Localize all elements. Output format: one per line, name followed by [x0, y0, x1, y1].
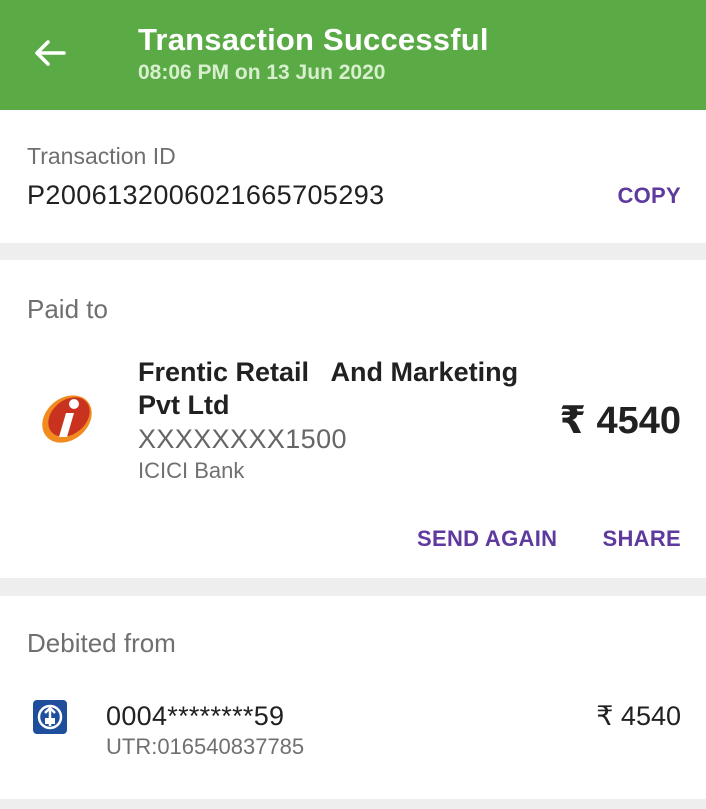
bank-logo-icon	[33, 700, 67, 734]
send-again-button[interactable]: SEND AGAIN	[417, 526, 557, 552]
paid-to-card: Paid to Frentic Retail And Marketing Pvt…	[0, 260, 706, 578]
debited-from-card: Debited from 0004********59 UTR:01654083…	[0, 596, 706, 799]
merchant-name: Frentic Retail And Marketing Pvt Ltd	[138, 357, 526, 420]
debited-from-label: Debited from	[27, 628, 176, 658]
copy-button[interactable]: COPY	[617, 183, 681, 209]
merchant-bank: ICICI Bank	[138, 458, 245, 483]
app-header: Transaction Successful 08:06 PM on 13 Ju…	[0, 0, 706, 110]
icici-bank-logo-icon	[36, 387, 98, 451]
transaction-id-label: Transaction ID	[27, 143, 176, 169]
debited-amount: ₹ 4540	[596, 701, 681, 731]
paid-amount: ₹ 4540	[559, 400, 681, 442]
page-title: Transaction Successful	[138, 22, 489, 57]
share-button[interactable]: SHARE	[602, 526, 681, 552]
transaction-timestamp: 08:06 PM on 13 Jun 2020	[138, 61, 386, 84]
debit-account-number: 0004********59	[106, 701, 285, 731]
utr-number: UTR:016540837785	[106, 734, 305, 759]
paid-to-label: Paid to	[27, 294, 108, 324]
back-arrow-icon[interactable]	[30, 33, 70, 73]
transaction-id-card: Transaction ID P2006132006021665705293 C…	[0, 110, 706, 243]
transaction-id-value: P2006132006021665705293	[27, 180, 385, 210]
merchant-account: XXXXXXXX1500	[138, 424, 347, 454]
